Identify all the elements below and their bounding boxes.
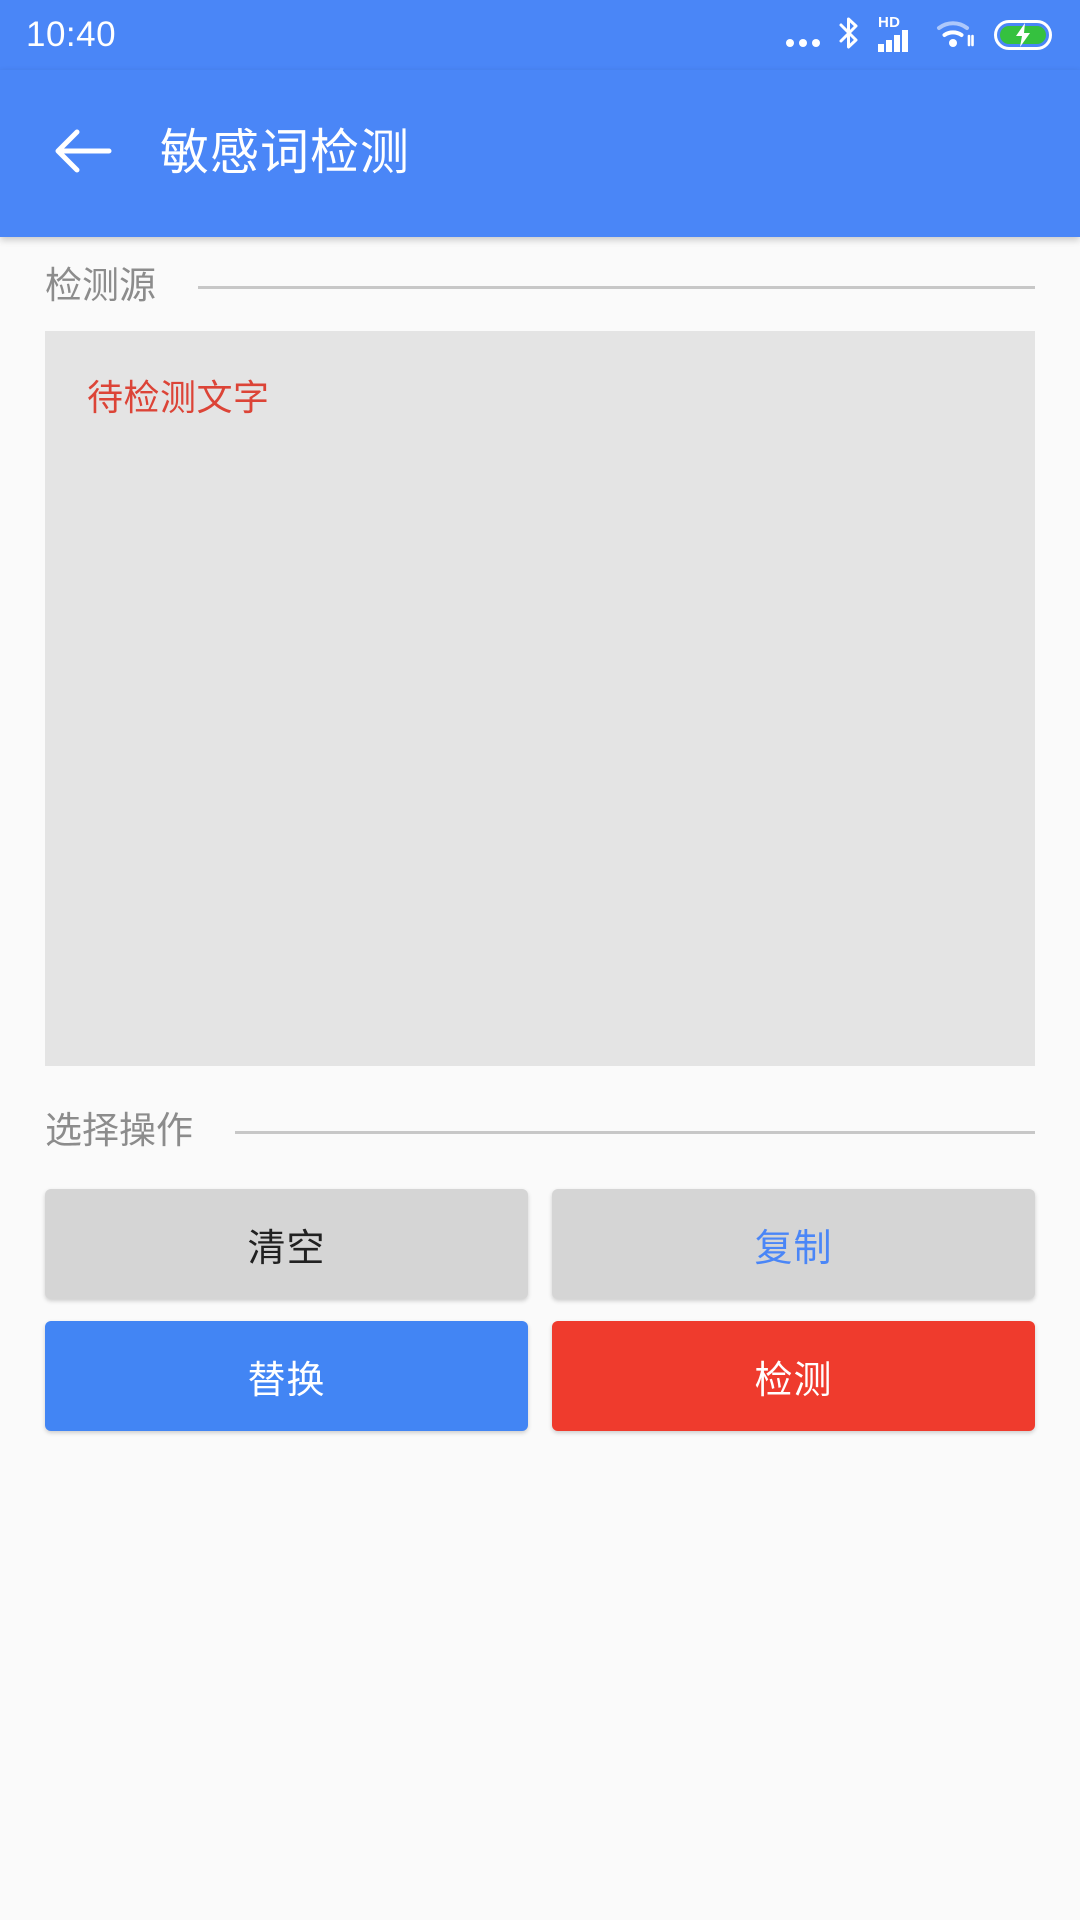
source-textarea-placeholder: 待检测文字 [87, 377, 270, 418]
page-content: 检测源 待检测文字 选择操作 清空 复制 替换 检测 [0, 267, 1080, 1920]
back-button[interactable] [48, 119, 118, 189]
status-bar: 10:40 HD [0, 0, 1080, 70]
source-section-header: 检测源 [0, 267, 1080, 304]
more-dots-icon [786, 20, 820, 50]
operations-section-label: 选择操作 [45, 1110, 193, 1151]
page-title: 敏感词检测 [160, 126, 411, 180]
hd-label: HD [878, 14, 901, 31]
replace-button[interactable]: 替换 [45, 1321, 528, 1431]
signal-bars-icon [878, 30, 908, 52]
detect-button[interactable]: 检测 [552, 1321, 1035, 1431]
wifi-icon [935, 16, 977, 55]
status-bar-clock: 10:40 [26, 15, 117, 54]
source-section-divider [198, 285, 1035, 289]
operations-button-row-2: 替换 检测 [45, 1321, 1035, 1431]
operations-button-grid: 清空 复制 替换 检测 [45, 1189, 1035, 1431]
operations-section-header: 选择操作 [0, 1112, 1080, 1149]
hd-signal-icon: HD [878, 14, 918, 52]
source-textarea[interactable]: 待检测文字 [45, 331, 1035, 1066]
clear-button[interactable]: 清空 [45, 1189, 528, 1299]
battery-charging-icon [994, 20, 1052, 50]
operations-section-divider [235, 1130, 1035, 1134]
arrow-left-icon [53, 128, 113, 179]
source-section-label: 检测源 [45, 265, 156, 306]
operations-button-row-1: 清空 复制 [45, 1189, 1035, 1299]
app-bar: 敏感词检测 [0, 70, 1080, 237]
copy-button[interactable]: 复制 [552, 1189, 1035, 1299]
bluetooth-icon [837, 16, 861, 55]
status-bar-icons: HD [786, 14, 1052, 55]
